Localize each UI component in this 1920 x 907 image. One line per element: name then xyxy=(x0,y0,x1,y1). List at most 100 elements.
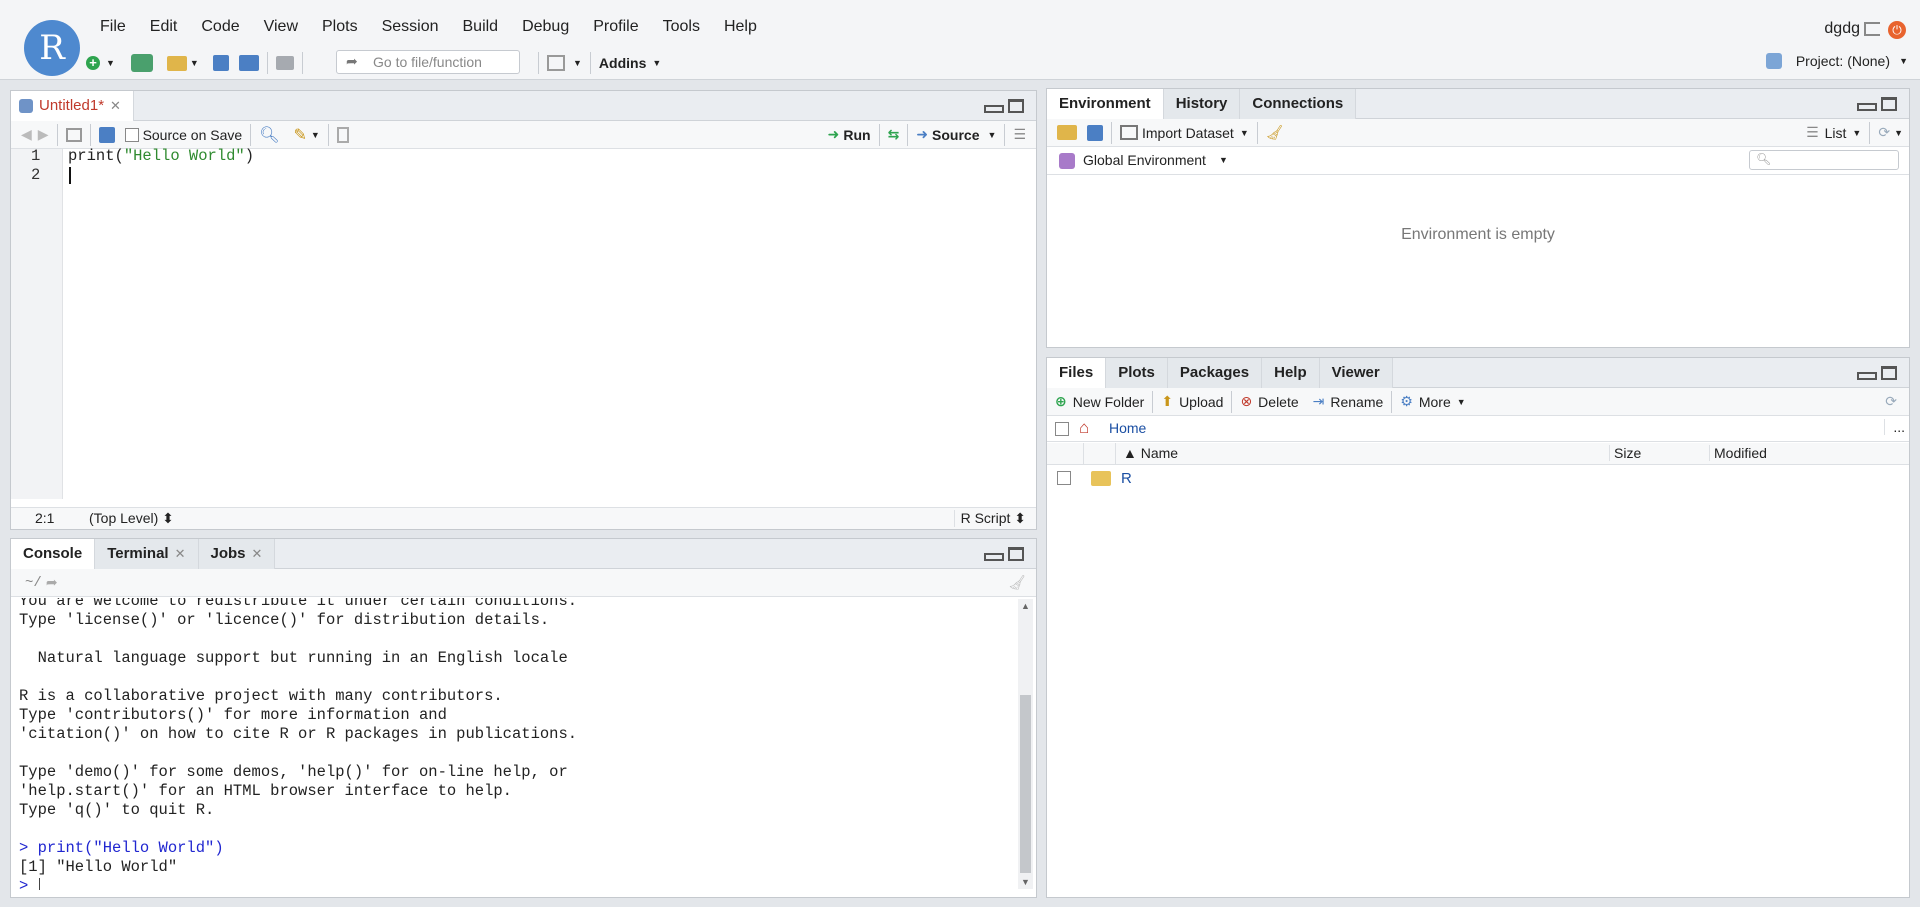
upload-button[interactable]: Upload xyxy=(1179,394,1223,410)
maximize-icon[interactable] xyxy=(1008,547,1024,561)
more-button[interactable]: More xyxy=(1419,394,1451,410)
project-menu[interactable]: Project: (None) xyxy=(1796,53,1890,69)
tab-history[interactable]: History xyxy=(1163,89,1241,119)
open-file-dropdown-icon[interactable]: ▼ xyxy=(190,58,199,68)
rename-button[interactable]: Rename xyxy=(1330,394,1383,410)
run-icon[interactable]: ➜ xyxy=(828,126,840,143)
source-icon[interactable]: ➜ xyxy=(916,126,928,143)
import-dropdown-icon[interactable]: ▼ xyxy=(1240,128,1249,138)
tab-packages[interactable]: Packages xyxy=(1167,358,1263,388)
menu-edit[interactable]: Edit xyxy=(138,16,190,42)
search-icon[interactable]: 🔍︎ xyxy=(259,125,279,145)
sign-out-icon[interactable] xyxy=(1864,22,1880,36)
scope-dropdown[interactable]: (Top Level) ⬍ xyxy=(89,510,174,527)
print-icon[interactable] xyxy=(275,56,294,70)
go-to-directory-button[interactable]: ... xyxy=(1884,419,1905,435)
layout-dropdown-icon[interactable]: ▼ xyxy=(573,58,582,68)
menu-session[interactable]: Session xyxy=(370,16,451,42)
project-dropdown-icon[interactable]: ▼ xyxy=(1899,56,1908,66)
import-dataset-button[interactable]: Import Dataset xyxy=(1142,125,1234,141)
menu-plots[interactable]: Plots xyxy=(310,16,370,42)
scroll-up-icon[interactable]: ▲ xyxy=(1021,601,1030,611)
outline-icon[interactable]: ☰ xyxy=(1013,126,1026,143)
console-prompt[interactable]: > xyxy=(19,877,38,890)
menu-tools[interactable]: Tools xyxy=(651,16,712,42)
scrollbar-thumb[interactable] xyxy=(1020,695,1031,873)
close-icon[interactable]: ✕ xyxy=(252,546,263,561)
new-folder-button[interactable]: New Folder xyxy=(1073,394,1145,410)
view-mode-dropdown-icon[interactable]: ▼ xyxy=(1852,128,1861,138)
refresh-dropdown-icon[interactable]: ▼ xyxy=(1894,128,1903,138)
menu-build[interactable]: Build xyxy=(451,16,511,42)
open-file-icon[interactable] xyxy=(166,55,187,71)
console-output[interactable]: You are welcome to redistribute it under… xyxy=(11,598,1016,890)
refresh-icon[interactable]: ⟳ xyxy=(1878,124,1890,141)
clear-console-icon[interactable]: 🧹︎ xyxy=(1008,574,1026,591)
menu-profile[interactable]: Profile xyxy=(581,16,650,42)
environment-scope-dropdown[interactable]: Global Environment xyxy=(1083,152,1206,168)
addins-dropdown-icon[interactable]: ▼ xyxy=(652,58,661,68)
menu-help[interactable]: Help xyxy=(712,16,769,42)
tab-untitled1[interactable]: Untitled1* ✕ xyxy=(11,91,134,122)
file-row[interactable]: R xyxy=(1047,466,1909,492)
console-scrollbar[interactable]: ▲ ▼ xyxy=(1018,599,1033,889)
save-workspace-icon[interactable] xyxy=(1087,124,1103,141)
file-type-dropdown[interactable]: R Script ⬍ xyxy=(953,510,1026,527)
home-icon[interactable]: ⌂ xyxy=(1079,418,1089,438)
close-icon[interactable]: ✕ xyxy=(175,546,186,561)
minimize-icon[interactable] xyxy=(984,547,1004,561)
maximize-icon[interactable] xyxy=(1881,366,1897,380)
wand-dropdown-icon[interactable]: ▼ xyxy=(311,130,320,140)
grid-layout-icon[interactable] xyxy=(547,55,565,71)
breadcrumb-home[interactable]: Home xyxy=(1109,420,1146,436)
new-file-dropdown-icon[interactable]: ▼ xyxy=(106,58,115,68)
new-folder-icon[interactable]: ⊕ xyxy=(1055,393,1067,410)
tab-help[interactable]: Help xyxy=(1262,358,1320,388)
delete-icon[interactable]: ⊗ xyxy=(1240,393,1252,410)
tab-console[interactable]: Console xyxy=(11,539,96,570)
rerun-icon[interactable]: ⇆ xyxy=(888,126,900,143)
tab-connections[interactable]: Connections xyxy=(1240,89,1357,119)
column-modified[interactable]: Modified xyxy=(1709,445,1767,461)
source-dropdown-icon[interactable]: ▼ xyxy=(988,130,997,140)
run-button[interactable]: Run xyxy=(843,127,870,143)
rename-icon[interactable]: ⇥ xyxy=(1313,393,1325,410)
compile-report-icon[interactable] xyxy=(336,126,349,143)
magic-wand-icon[interactable]: ✎ xyxy=(294,125,307,145)
menu-file[interactable]: File xyxy=(88,16,138,42)
go-to-directory-icon[interactable]: ➦ xyxy=(46,574,58,591)
menu-code[interactable]: Code xyxy=(189,16,251,42)
minimize-icon[interactable] xyxy=(984,99,1004,113)
new-project-icon[interactable] xyxy=(130,54,153,72)
gear-icon[interactable]: ⚙ xyxy=(1400,393,1413,410)
delete-button[interactable]: Delete xyxy=(1258,394,1298,410)
source-button[interactable]: Source xyxy=(932,127,979,143)
view-mode-dropdown[interactable]: List xyxy=(1825,125,1847,141)
tab-environment[interactable]: Environment xyxy=(1047,89,1164,120)
save-icon[interactable] xyxy=(212,55,229,71)
more-dropdown-icon[interactable]: ▼ xyxy=(1457,397,1466,407)
column-name[interactable]: ▲ Name xyxy=(1123,445,1178,461)
minimize-icon[interactable] xyxy=(1857,97,1877,111)
show-in-window-icon[interactable] xyxy=(65,127,82,142)
maximize-icon[interactable] xyxy=(1881,97,1897,111)
new-file-icon[interactable]: + xyxy=(86,56,100,70)
maximize-icon[interactable] xyxy=(1008,99,1024,113)
menu-debug[interactable]: Debug xyxy=(510,16,581,42)
refresh-icon[interactable]: ⟳ xyxy=(1885,393,1897,410)
back-arrow-icon[interactable]: ◀ xyxy=(21,126,32,143)
scope-dropdown-icon[interactable]: ▼ xyxy=(1219,155,1228,165)
tab-plots[interactable]: Plots xyxy=(1106,358,1168,388)
menu-view[interactable]: View xyxy=(252,16,310,42)
clear-objects-icon[interactable]: 🧹︎ xyxy=(1266,124,1284,141)
forward-arrow-icon[interactable]: ▶ xyxy=(38,126,49,143)
scroll-down-icon[interactable]: ▼ xyxy=(1021,877,1030,887)
save-icon[interactable] xyxy=(98,126,115,143)
environment-search-input[interactable]: 🔍︎ xyxy=(1749,150,1899,170)
code-line-1[interactable]: print("Hello World") xyxy=(68,147,254,165)
minimize-icon[interactable] xyxy=(1857,366,1877,380)
tab-files[interactable]: Files xyxy=(1047,358,1107,389)
power-icon[interactable]: ⏻ xyxy=(1888,21,1906,39)
go-to-file-input[interactable]: Go to file/function xyxy=(336,50,520,74)
save-all-icon[interactable] xyxy=(238,55,259,71)
